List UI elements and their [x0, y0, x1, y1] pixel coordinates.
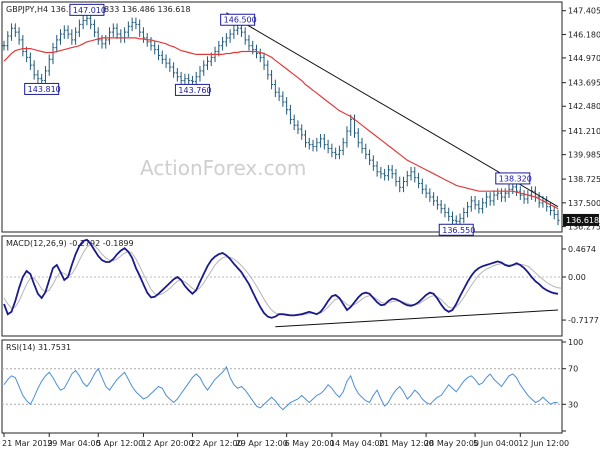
macd-y-tick-label: 0.00	[568, 273, 586, 282]
price-y-tick-label: 141.210	[568, 127, 600, 136]
time-axis-label: 21 Mar 2019	[2, 439, 53, 448]
price-y-tick-label: 144.970	[568, 54, 600, 63]
rsi-y-tick-label: 70	[568, 365, 578, 374]
gbpjpy-chart: ActionForex.com GBPJPY,H4 136.779 136.83…	[0, 0, 600, 450]
price-y-tick-label: 142.480	[568, 102, 600, 111]
time-axis-label: 5 Jun 04:00	[473, 439, 519, 448]
price-annotation-label: 146.500	[224, 16, 257, 25]
time-axis-label: 29 Apr 12:00	[236, 439, 288, 448]
time-axis-label: 14 May 04:00	[330, 439, 385, 448]
macd-y-tick-label: -0.7177	[568, 316, 599, 325]
price-y-tick-label: 139.985	[568, 151, 600, 160]
time-axis-label: 28 May 20:00	[424, 439, 479, 448]
time-axis-label: 29 Mar 04:00	[47, 439, 100, 448]
price-y-tick-label: 138.725	[568, 175, 600, 184]
price-y-tick-label: 143.695	[568, 79, 600, 88]
macd-y-tick-label: 0.4674	[568, 245, 596, 254]
current-price-label: 136.618	[566, 216, 599, 225]
time-axis-label: 12 Apr 20:00	[141, 439, 193, 448]
time-axis-label: 6 May 20:00	[285, 439, 335, 448]
price-annotation-label: 136.550	[442, 226, 475, 235]
macd-title: MACD(12,26,9) -0.2792 -0.1899	[6, 239, 134, 248]
price-y-tick-label: 137.500	[568, 199, 600, 208]
price-annotation-label: 143.760	[178, 86, 211, 95]
price-y-tick-label: 147.405	[568, 7, 600, 16]
rsi-y-tick-label: 30	[568, 400, 578, 409]
watermark: ActionForex.com	[140, 156, 306, 180]
price-y-tick-label: 146.180	[568, 30, 600, 39]
rsi-title: RSI(14) 31.7531	[6, 343, 71, 352]
price-annotation-label: 138.320	[499, 174, 532, 183]
time-axis-label: 12 Jun 12:00	[518, 439, 569, 448]
rsi-y-tick-label: 100	[568, 338, 583, 347]
time-axis-label: 5 Apr 12:00	[96, 439, 143, 448]
price-annotation-label: 143.810	[28, 85, 61, 94]
price-annotation-label: 147.010	[73, 6, 106, 15]
